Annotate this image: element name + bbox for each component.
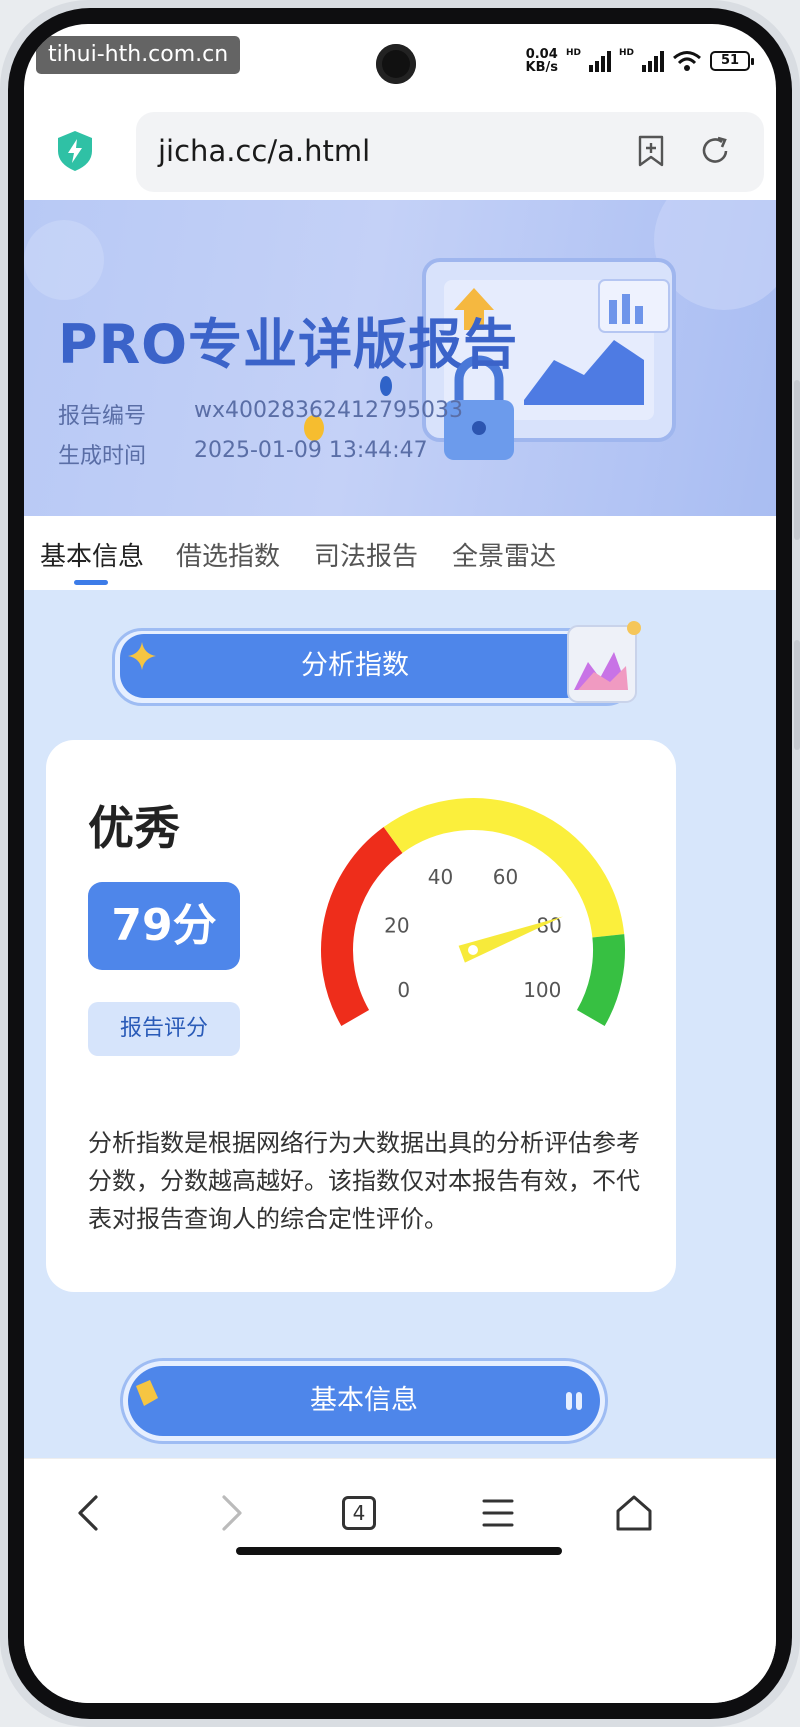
gauge-tick-0: 0 [397,978,410,1002]
score-grade: 优秀 [88,801,180,855]
report-time-row: 生成时间 2025-01-09 13:44:47 [58,438,428,470]
tab-basic-info[interactable]: 基本信息 [40,536,144,573]
score-gauge: 0 20 40 60 80 100 [321,798,625,1026]
score-label: 报告评分 [88,1002,240,1056]
tabs-icon[interactable]: 4 [342,1496,376,1530]
gauge-tick-40: 40 [428,865,453,889]
url-text[interactable]: jicha.cc/a.html [158,134,370,168]
home-indicator[interactable] [236,1547,562,1555]
hd-badge-2: HD [618,48,634,58]
volume-button [794,380,800,540]
watermark: tihui-hth.com.cn [36,36,241,74]
report-banner: PRO专业详版报告 报告编号 wx40028362412795033 生成时间 … [24,200,776,516]
back-icon[interactable] [68,1491,112,1535]
gauge-tick-60: 60 [493,865,518,889]
browser-toolbar: jicha.cc/a.html [24,96,776,200]
score-value: 79分 [88,882,240,970]
signal-icon [588,50,611,72]
gauge-tick-20: 20 [384,913,409,937]
score-description: 分析指数是根据网络行为大数据出具的分析评估参考分数，分数越高越好。该指数仅对本报… [88,1129,640,1233]
report-tabs: 基本信息 借选指数 司法报告 全景雷达 [24,516,776,590]
signal-icon-2 [642,50,664,72]
tab-loan-index[interactable]: 借选指数 [176,536,280,573]
report-time-label: 生成时间 [58,444,147,469]
status-bar: tihui-hth.com.cn 0.04 KB/s HD HD 51 [24,24,776,96]
report-number: wx40028362412795033 [194,398,463,423]
sparkle-icon [128,642,156,670]
section-header-analysis: 分析指数 [120,634,590,698]
shield-icon[interactable] [56,130,94,172]
report-number-row: 报告编号 wx40028362412795033 [58,398,463,430]
gauge-pivot [468,945,478,955]
score-card: 优秀 79分 报告评分 0 20 40 60 80 100 分析指数是根据网络行… [46,740,676,1292]
next-section-title: 基本信息 [310,1385,418,1416]
section-title: 分析指数 [301,650,409,681]
chart-card-icon [567,621,641,703]
report-title: PRO专业详版报告 [58,313,519,376]
address-bar[interactable]: jicha.cc/a.html [136,112,764,192]
net-speed-unit: KB/s [525,60,558,75]
screen: tihui-hth.com.cn 0.04 KB/s HD HD 51 jich… [24,24,776,1703]
refresh-icon[interactable] [698,134,732,168]
pause-icon [566,1392,582,1410]
report-number-label: 报告编号 [58,404,147,429]
bookmark-add-icon[interactable] [634,134,668,168]
tab-judicial-report[interactable]: 司法报告 [314,536,418,573]
net-speed: 0.04 KB/s [526,48,558,74]
hd-badge: HD [565,48,581,58]
section-header-basic: 基本信息 [128,1366,600,1436]
browser-bottom-nav: 4 [24,1458,776,1703]
menu-icon[interactable] [476,1491,520,1535]
wifi-icon [673,51,701,71]
report-content: 分析指数 优秀 79分 报告评分 0 20 40 60 80 100 分析指数是… [24,590,776,1458]
front-camera [376,44,416,84]
gauge-green-arc [576,934,625,1026]
power-button [794,640,800,750]
active-tab-indicator [74,580,108,585]
tab-panorama-radar[interactable]: 全景雷达 [452,536,556,573]
forward-icon[interactable] [208,1491,252,1535]
phone-frame: tihui-hth.com.cn 0.04 KB/s HD HD 51 jich… [0,0,800,1727]
status-icons: 0.04 KB/s HD HD 51 [526,48,754,74]
gauge-tick-100: 100 [523,978,561,1002]
badge-icon [136,1380,158,1406]
report-time: 2025-01-09 13:44:47 [194,438,428,463]
battery-icon: 51 [710,51,754,71]
home-icon[interactable] [612,1491,656,1535]
gauge-needle [458,916,563,963]
